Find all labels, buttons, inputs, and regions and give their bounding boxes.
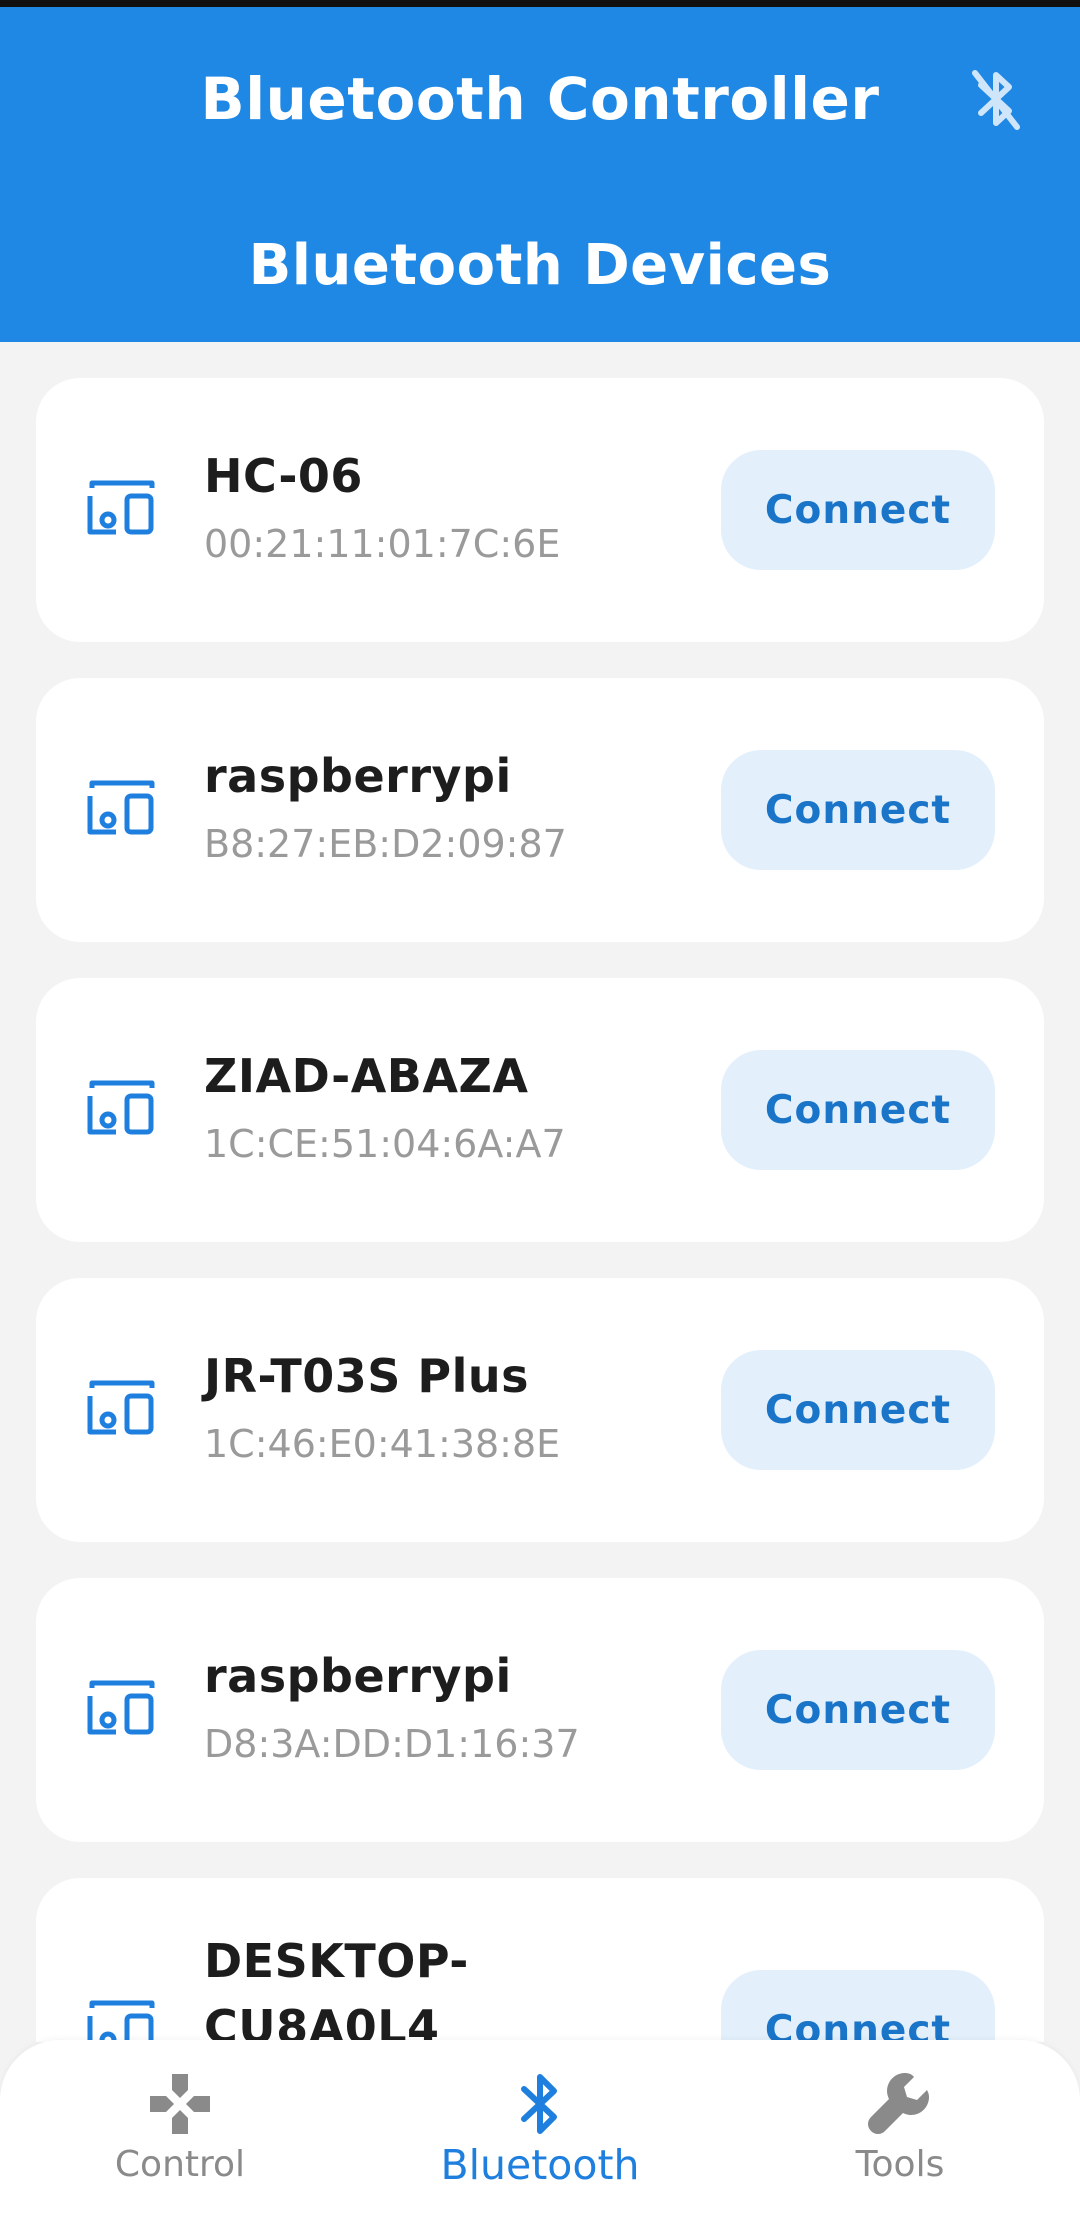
device-card: DESKTOP-CU8A0L4 Connect	[36, 1878, 1044, 2042]
devices-icon	[87, 480, 155, 535]
devices-icon	[87, 1080, 155, 1135]
nav-label: Tools	[855, 2144, 945, 2185]
section-title: Bluetooth Devices	[248, 233, 832, 298]
device-address: B8:27:EB:D2:09:87	[204, 822, 567, 866]
device-list[interactable]: HC-06 00:21:11:01:7C:6E Connect raspberr…	[0, 342, 1080, 2042]
bluetooth-icon	[521, 2074, 557, 2134]
status-bar	[0, 0, 1080, 7]
nav-icon-wrap	[390, 2066, 690, 2142]
nav-icon-wrap	[750, 2066, 1050, 2142]
devices-icon	[87, 2000, 155, 2042]
connect-button[interactable]: Connect	[721, 1970, 995, 2042]
bluetooth-disabled-icon	[972, 70, 1020, 130]
connect-button[interactable]: Connect	[721, 450, 995, 570]
device-address: 1C:CE:51:04:6A:A7	[204, 1122, 566, 1166]
device-name: HC-06	[204, 449, 363, 503]
devices-icon	[87, 1380, 155, 1435]
nav-label: Bluetooth	[440, 2141, 640, 2189]
device-name: JR-T03S Plus	[204, 1349, 530, 1403]
devices-icon	[87, 1680, 155, 1735]
nav-label: Control	[114, 2144, 246, 2185]
device-name: ZIAD-ABAZA	[204, 1049, 529, 1103]
gamepad-icon	[150, 2074, 210, 2134]
nav-item-control[interactable]: Control	[30, 2040, 330, 2214]
connect-button[interactable]: Connect	[721, 750, 995, 870]
connect-button[interactable]: Connect	[721, 1050, 995, 1170]
device-address: D8:3A:DD:D1:16:37	[204, 1722, 580, 1766]
device-address: 1C:46:E0:41:38:8E	[204, 1422, 561, 1466]
devices-icon	[87, 780, 155, 835]
nav-item-bluetooth[interactable]: Bluetooth	[390, 2040, 690, 2214]
nav-icon-wrap	[30, 2066, 330, 2142]
connect-button[interactable]: Connect	[721, 1350, 995, 1470]
device-name: DESKTOP-CU8A0L4	[204, 1934, 469, 2042]
device-address: 00:21:11:01:7C:6E	[204, 522, 561, 566]
bluetooth-toggle-button[interactable]	[962, 65, 1030, 133]
wrench-icon	[868, 2073, 929, 2134]
bottom-navigation: Control Bluetooth Tools	[0, 2040, 1080, 2214]
device-name: raspberrypi	[204, 749, 512, 803]
device-name: raspberrypi	[204, 1649, 512, 1703]
device-card: ZIAD-ABAZA 1C:CE:51:04:6A:A7 Connect	[36, 978, 1044, 1242]
device-card: raspberrypi D8:3A:DD:D1:16:37 Connect	[36, 1578, 1044, 1842]
app-bar: Bluetooth Controller Bluetooth Devices	[0, 7, 1080, 342]
nav-item-tools[interactable]: Tools	[750, 2040, 1050, 2214]
app-title: Bluetooth Controller	[200, 65, 880, 133]
connect-button[interactable]: Connect	[721, 1650, 995, 1770]
device-card: JR-T03S Plus 1C:46:E0:41:38:8E Connect	[36, 1278, 1044, 1542]
device-card: raspberrypi B8:27:EB:D2:09:87 Connect	[36, 678, 1044, 942]
device-card: HC-06 00:21:11:01:7C:6E Connect	[36, 378, 1044, 642]
